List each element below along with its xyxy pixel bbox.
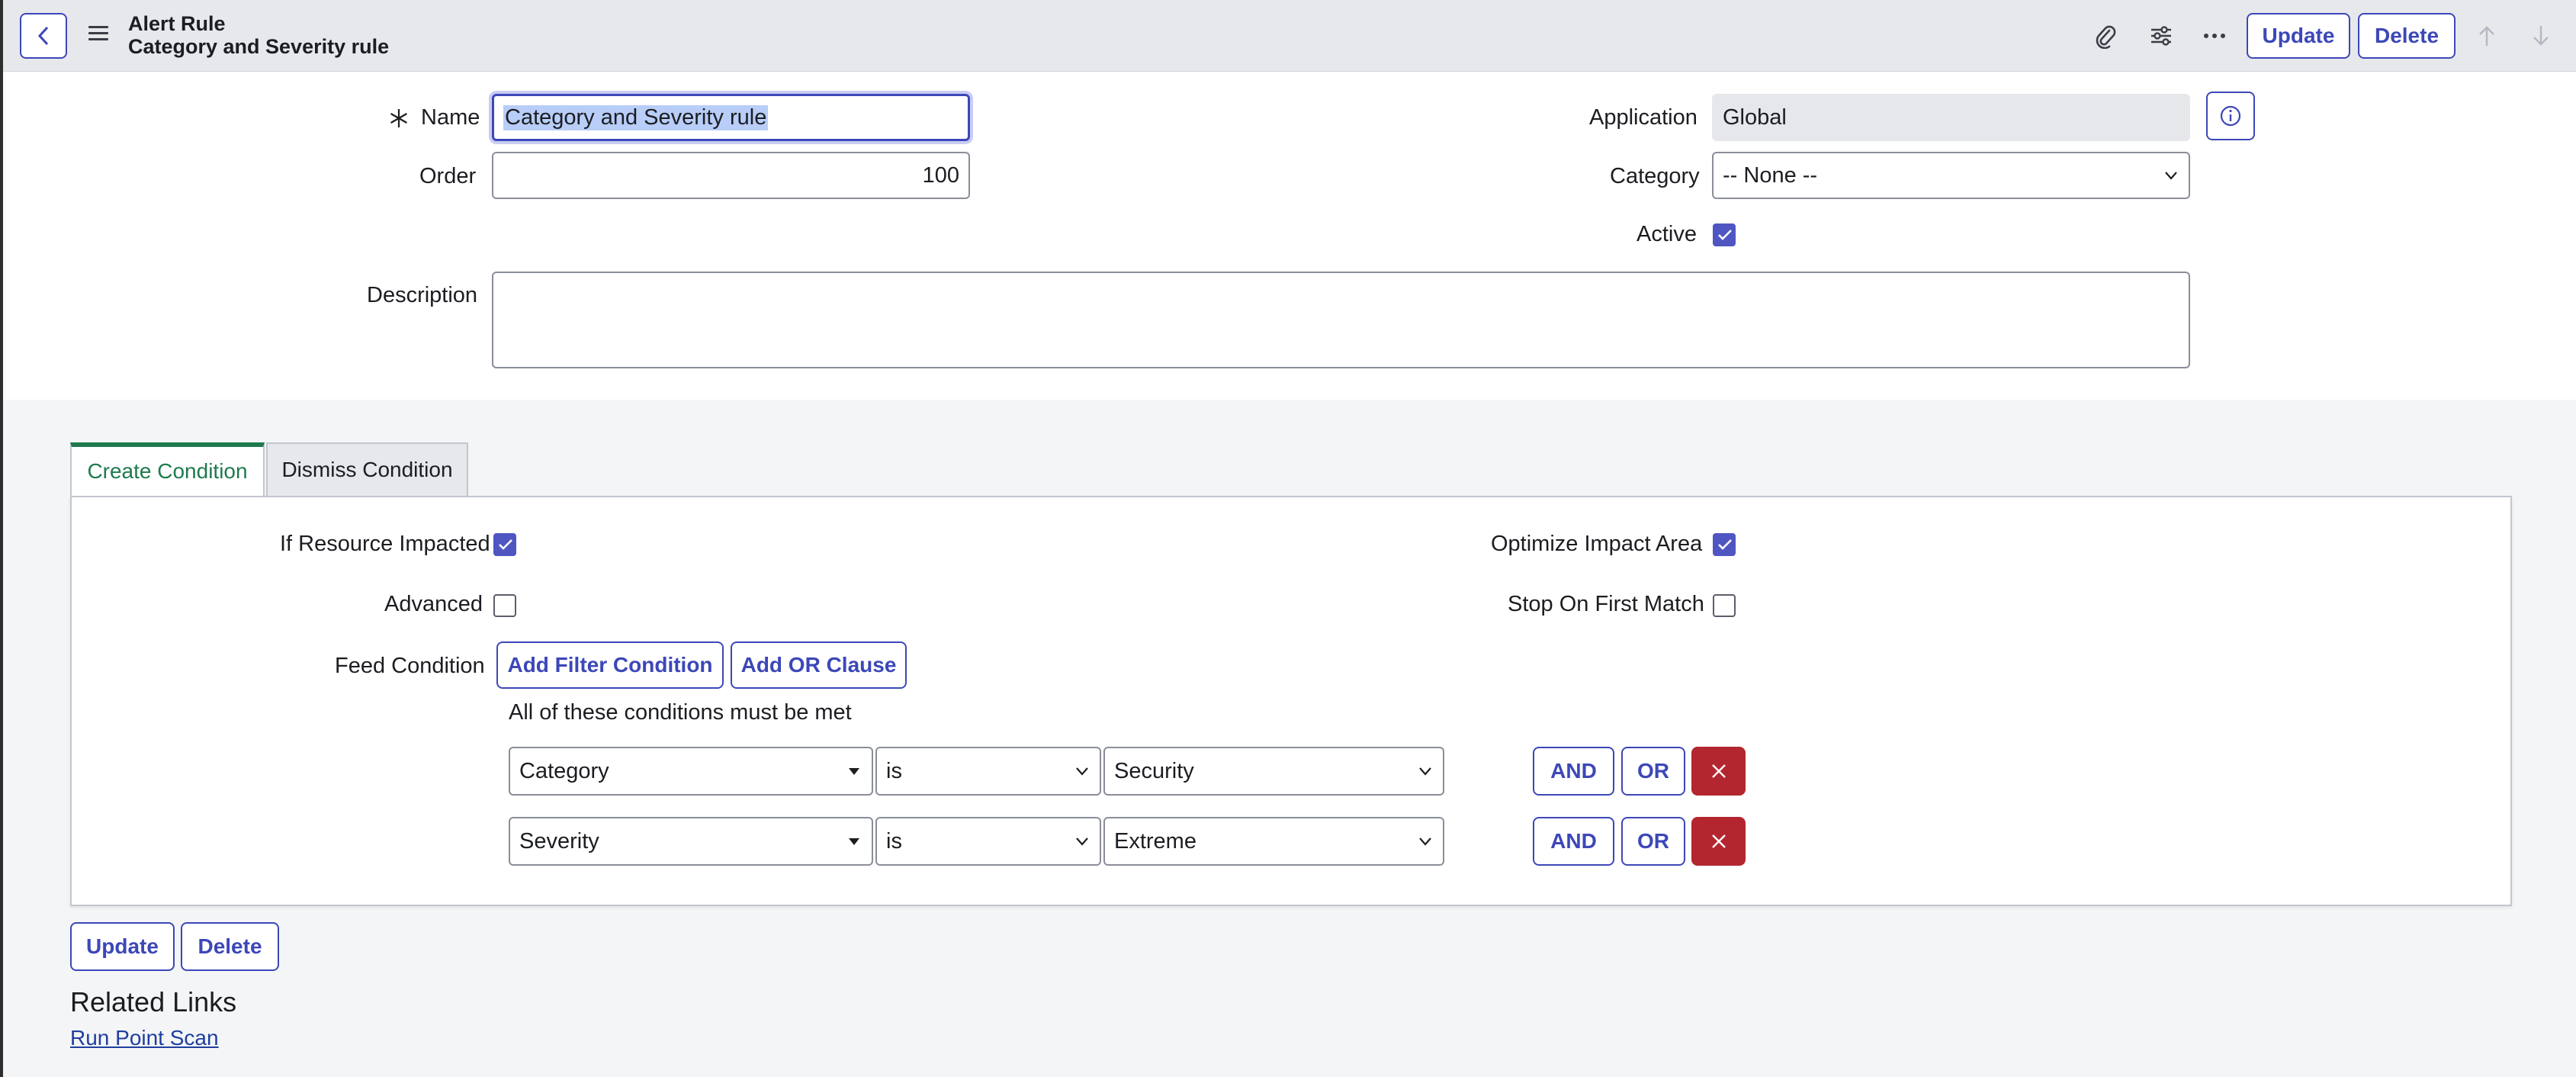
condition-operator-value: is: [886, 828, 902, 854]
stop-on-first-match-checkbox[interactable]: [1713, 594, 1736, 617]
category-label: Category: [1610, 164, 1700, 188]
order-value: 100: [922, 162, 959, 188]
tab-create-condition[interactable]: Create Condition: [70, 442, 265, 496]
paperclip-icon[interactable]: [2091, 21, 2120, 50]
condition-value-select[interactable]: Security: [1103, 747, 1444, 796]
chevron-down-icon: [2165, 172, 2177, 180]
record-title: Category and Severity rule: [128, 35, 390, 58]
remove-condition-button[interactable]: [1691, 747, 1746, 796]
application-label: Application: [1589, 105, 1698, 130]
info-icon: [2220, 105, 2241, 127]
name-value: Category and Severity rule: [503, 104, 769, 130]
application-field: Global: [1712, 94, 2190, 141]
chevron-left-icon: [37, 26, 49, 46]
order-label: Order: [419, 164, 477, 188]
name-label: Name: [421, 105, 480, 130]
related-links-heading: Related Links: [70, 986, 237, 1018]
if-resource-impacted-label: If Resource Impacted: [280, 532, 490, 556]
form-title: Alert Rule: [128, 12, 226, 35]
info-button[interactable]: [2206, 92, 2255, 140]
condition-operator-value: is: [886, 758, 902, 783]
chevron-down-icon: [1076, 767, 1088, 776]
advanced-label: Advanced: [384, 592, 483, 616]
application-value: Global: [1723, 104, 1787, 130]
category-value: -- None --: [1723, 162, 1818, 188]
header-update-button[interactable]: Update: [2247, 13, 2350, 59]
advanced-checkbox[interactable]: [493, 594, 516, 617]
delete-button[interactable]: Delete: [181, 922, 279, 971]
condition-value-value: Security: [1114, 758, 1194, 783]
and-button[interactable]: AND: [1533, 817, 1614, 866]
name-input[interactable]: Category and Severity rule: [492, 94, 970, 141]
add-or-clause-button[interactable]: Add OR Clause: [731, 641, 907, 689]
run-point-scan-link[interactable]: Run Point Scan: [70, 1026, 219, 1050]
add-filter-condition-button[interactable]: Add Filter Condition: [496, 641, 724, 689]
remove-condition-button[interactable]: [1691, 817, 1746, 866]
chevron-down-icon: [1419, 767, 1431, 776]
close-icon: [1711, 764, 1726, 778]
condition-value-value: Extreme: [1114, 828, 1196, 854]
condition-value-select[interactable]: Extreme: [1103, 817, 1444, 866]
header-delete-button[interactable]: Delete: [2358, 13, 2456, 59]
settings-sliders-icon[interactable]: [2147, 21, 2176, 50]
condition-field-select[interactable]: Category: [509, 747, 873, 796]
arrow-up-icon[interactable]: [2472, 21, 2501, 50]
conditions-hint: All of these conditions must be met: [509, 700, 852, 725]
close-icon: [1711, 834, 1726, 848]
order-input[interactable]: 100: [492, 152, 970, 199]
if-resource-impacted-checkbox[interactable]: [493, 533, 516, 556]
feed-condition-label: Feed Condition: [335, 654, 485, 678]
more-options-icon[interactable]: [2200, 21, 2229, 50]
condition-field-value: Severity: [519, 828, 599, 854]
condition-field-value: Category: [519, 758, 609, 783]
condition-operator-select[interactable]: is: [875, 747, 1101, 796]
caret-down-icon: [849, 768, 859, 775]
or-button[interactable]: OR: [1621, 747, 1685, 796]
and-button[interactable]: AND: [1533, 747, 1614, 796]
tab-dismiss-condition[interactable]: Dismiss Condition: [266, 442, 468, 496]
chevron-down-icon: [1076, 837, 1088, 846]
caret-down-icon: [849, 838, 859, 845]
arrow-down-icon[interactable]: [2526, 21, 2555, 50]
active-checkbox[interactable]: [1713, 223, 1736, 246]
or-button[interactable]: OR: [1621, 817, 1685, 866]
optimize-impact-area-checkbox[interactable]: [1713, 533, 1736, 556]
description-label: Description: [367, 283, 478, 307]
stop-on-first-match-label: Stop On First Match: [1508, 592, 1704, 616]
menu-icon[interactable]: [88, 26, 108, 44]
update-button[interactable]: Update: [70, 922, 175, 971]
condition-operator-select[interactable]: is: [875, 817, 1101, 866]
back-button[interactable]: [20, 13, 67, 59]
chevron-down-icon: [1419, 837, 1431, 846]
category-select[interactable]: -- None --: [1712, 152, 2190, 199]
optimize-impact-area-label: Optimize Impact Area: [1491, 532, 1703, 556]
condition-field-select[interactable]: Severity: [509, 817, 873, 866]
active-label: Active: [1636, 222, 1697, 246]
description-textarea[interactable]: [492, 272, 2190, 368]
required-asterisk-icon: [390, 109, 407, 127]
form-header: Alert Rule Category and Severity rule Up…: [3, 0, 2576, 72]
